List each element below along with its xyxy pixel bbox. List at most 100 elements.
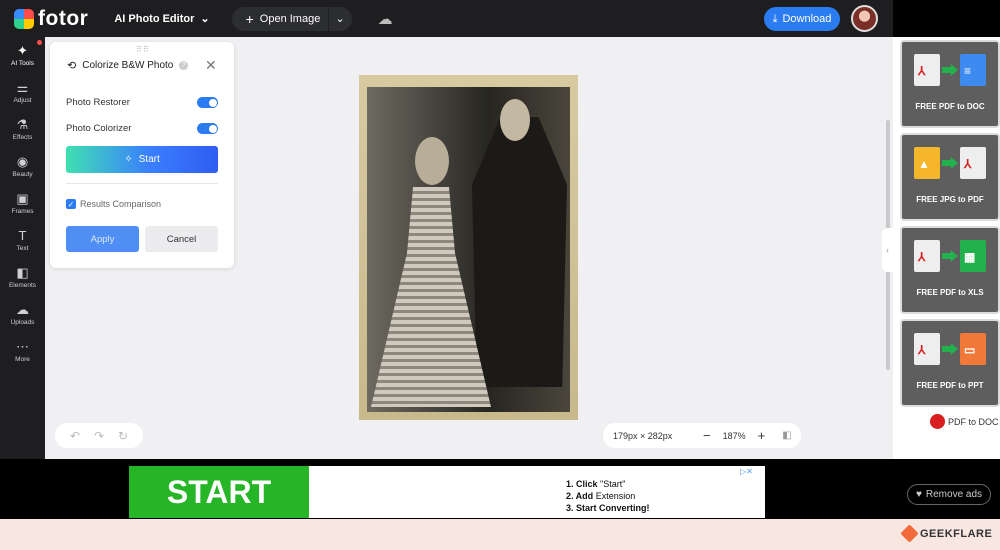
download-button[interactable]: ⤓ Download [764,7,840,31]
xls-file-icon: ▦ [960,240,986,272]
app-name: fotor [38,6,89,30]
undo-icon[interactable]: ↶ [70,429,80,443]
open-image-dropdown-button[interactable]: ⌄ [327,6,352,31]
collapse-panel-button[interactable]: ‹ [882,228,893,272]
photo-restorer-label: Photo Restorer [66,97,130,108]
eye-icon: ◉ [16,154,29,169]
sidebar-item-label: Adjust [13,97,32,104]
banner-start-button[interactable]: START [129,466,309,518]
top-bar: fotor AI Photo Editor ⌄ + Open Image ⌄ ☁ [0,0,893,37]
sidebar-item-beauty[interactable]: ◉ Beauty [0,148,45,185]
sidebar-item-effects[interactable]: ⚗ Effects [0,111,45,148]
ad-pdf-to-ppt[interactable]: ⅄ ▭ FREE PDF to PPT [900,319,1000,407]
pdf-to-doc-logo[interactable]: PDF to DOC [930,414,999,429]
photo-restorer-toggle[interactable] [197,97,218,108]
step-1-rest: "Start" [600,479,626,489]
geekflare-logo-icon [900,524,919,543]
open-image-button[interactable]: + Open Image ⌄ [231,6,352,31]
frame-icon: ▣ [16,191,29,206]
ppt-file-icon: ▭ [960,333,986,365]
avatar[interactable] [851,5,878,32]
ad-pdf-to-doc[interactable]: ⅄ ≡ FREE PDF to DOC [900,40,1000,128]
flask-icon: ⚗ [16,117,29,132]
chevron-down-icon: ⌄ [335,13,345,25]
colorize-icon: ⟲ [67,60,77,72]
plus-icon: + [245,10,254,27]
ad-label: FREE PDF to PPT [916,381,984,390]
photo-colorizer-label: Photo Colorizer [66,123,132,134]
sidebar-item-uploads[interactable]: ☁ Uploads [0,296,45,333]
apply-button[interactable]: Apply [66,226,139,252]
ad-pdf-to-xls[interactable]: ⅄ ▦ FREE PDF to XLS [900,226,1000,314]
sidebar-item-label: Effects [12,134,33,141]
step-1: 1. Click [566,479,598,489]
pdf-file-icon: ⅄ [960,147,986,179]
left-sidebar: ✦ AI Tools ⚌ Adjust ⚗ Effects ◉ Beauty ▣… [0,37,45,459]
step-3: 3. Start Converting! [566,503,650,513]
chevron-down-icon: ⌄ [200,13,210,25]
chevron-left-icon: ‹ [886,245,889,255]
remove-ads-button[interactable]: ♥ Remove ads [907,484,991,505]
sparkle-wand-icon: ✧ [124,154,133,165]
redo-icon[interactable]: ↷ [94,429,104,443]
ad-label: FREE JPG to PDF [916,195,984,204]
sidebar-item-frames[interactable]: ▣ Frames [0,185,45,222]
colorize-panel: ⠿⠿ ⟲ Colorize B&W Photo ? ✕ Photo Restor… [50,42,234,268]
fotor-logo-icon [14,8,34,29]
sidebar-item-more[interactable]: ⋯ More [0,333,45,370]
text-icon: T [18,228,27,243]
fotor-logo[interactable]: fotor [14,7,88,31]
compare-view-icon[interactable]: ◧ [782,430,791,441]
geekflare-watermark: GEEKFLARE [900,524,993,543]
ad-label: FREE PDF to XLS [916,288,984,297]
ad-choices-icon[interactable]: ▷✕ [740,467,753,476]
zoom-out-icon[interactable]: − [703,428,711,443]
zoom-level[interactable]: 187% [723,431,746,441]
help-icon[interactable]: ? [179,61,189,70]
ai-photo-editor-menu[interactable]: AI Photo Editor ⌄ [114,12,210,26]
banner-steps: 1. Click "Start" 2. Add Extension 3. Sta… [566,478,650,514]
sidebar-item-label: Text [16,245,29,252]
step-2: 2. Add [566,491,594,501]
download-label: Download [782,13,832,25]
watermark-text: GEEKFLARE [920,527,993,540]
pdf-logo-icon [930,414,945,429]
pdf-file-icon: ⅄ [914,333,940,365]
sliders-icon: ⚌ [16,80,29,95]
image-dimensions: 179px × 282px [613,430,673,441]
ad-label: FREE PDF to DOC [915,102,985,111]
reset-icon[interactable]: ↻ [118,429,128,443]
results-comparison-checkbox[interactable]: ✓ Results Comparison [66,199,161,209]
drag-handle-icon[interactable]: ⠿⠿ [136,45,150,54]
cancel-button[interactable]: Cancel [145,226,218,252]
sidebar-item-text[interactable]: T Text [0,222,45,259]
open-image-label: Open Image [259,12,321,25]
photo-colorizer-toggle[interactable] [197,123,218,134]
sidebar-item-label: Beauty [12,171,33,178]
zoom-controls: 179px × 282px − 187% + ◧ [603,423,801,448]
shapes-icon: ◧ [16,265,29,280]
arrow-right-icon [942,157,958,169]
cloud-upload-icon: ☁ [16,302,29,317]
close-icon[interactable]: ✕ [205,57,217,74]
arrow-right-icon [942,250,958,262]
sidebar-item-elements[interactable]: ◧ Elements [0,259,45,296]
zoom-in-icon[interactable]: + [758,428,766,443]
pdf-file-icon: ⅄ [914,240,940,272]
start-label: Start [138,154,160,165]
ad-jpg-to-pdf[interactable]: ▲ ⅄ FREE JPG to PDF [900,133,1000,221]
cloud-icon[interactable]: ☁ [378,10,393,28]
photo-restorer-row: Photo Restorer [66,97,218,108]
edited-photo[interactable] [359,75,578,420]
notification-dot [37,40,42,45]
sidebar-item-label: Elements [8,282,37,289]
start-button[interactable]: ✧ Start [66,146,218,173]
more-icon: ⋯ [16,339,29,354]
download-icon: ⤓ [772,12,778,25]
bottom-banner-ad[interactable]: START 1. Click "Start" 2. Add Extension … [129,466,765,518]
pdf-file-icon: ⅄ [914,54,940,86]
divider [66,183,218,184]
sidebar-item-adjust[interactable]: ⚌ Adjust [0,74,45,111]
arrow-right-icon [942,64,958,76]
magic-wand-icon: ✦ [17,43,28,58]
